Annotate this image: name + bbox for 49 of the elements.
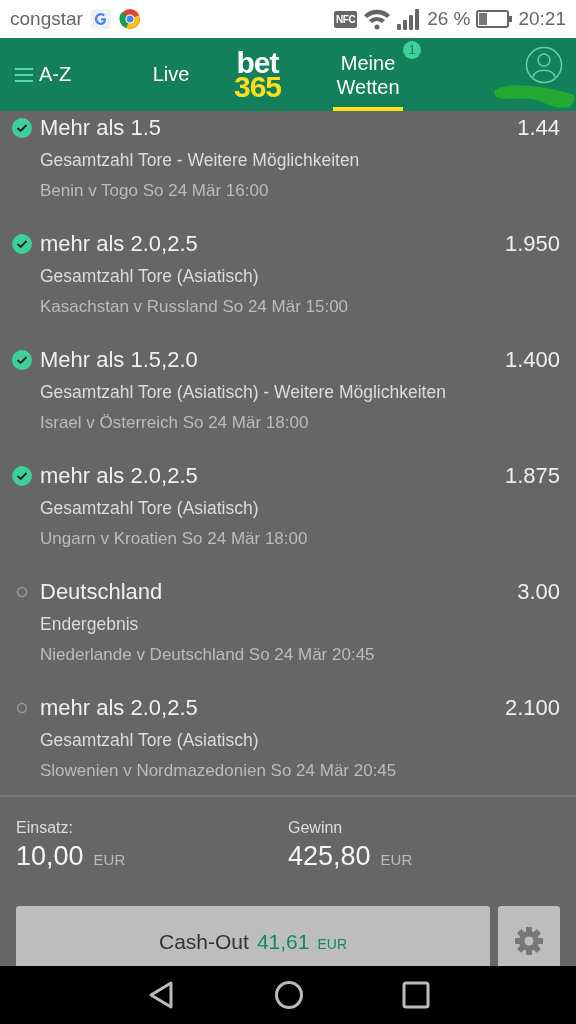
bet-selection: Deutschland (40, 579, 164, 605)
battery-icon (476, 10, 513, 28)
currency: EUR (93, 851, 126, 868)
summary-label: Gewinn (288, 819, 344, 837)
user-icon[interactable] (525, 46, 563, 84)
nav-tab[interactable]: Meine Wetten (333, 38, 404, 111)
bet-selection: Mehr als 1.5 (40, 115, 163, 141)
bet-odds: 1.875 (504, 463, 560, 489)
bet-event: Kasachstan v Russland So 24 Mär 15:00 (39, 297, 350, 317)
bet-event: Niederlande v Deutschland So 24 Mär 20:45 (39, 645, 376, 665)
clock-time: 20:21 (518, 8, 566, 30)
carrier-name: congstar (10, 8, 83, 30)
amount-value: 10,00 (16, 841, 84, 872)
bet-market: Gesamtzahl Tore (Asiatisch) (39, 498, 260, 519)
bet-selection: Mehr als 1.5,2.0 (40, 347, 199, 373)
bet-event: Israel v Österreich So 24 Mär 18:00 (39, 413, 310, 433)
bet-event: Benin v Togo So 24 Mär 16:00 (39, 181, 270, 201)
bet-event: Slowenien v Nordmazedonien So 24 Mär 20:45 (39, 761, 398, 781)
bet-event: Ungarn v Kroatien So 24 Mär 18:00 (39, 529, 309, 549)
wifi-icon (363, 8, 392, 30)
count-badge: 1 (403, 41, 422, 59)
currency: EUR (380, 851, 413, 868)
cash-out-button[interactable]: Cash-Out 41,61 EUR (16, 906, 490, 966)
bet-odds: 3.00 (517, 579, 560, 605)
nfc-icon: NFC (334, 10, 358, 28)
signal-icon (397, 8, 422, 30)
bet-odds: 1.950 (504, 231, 560, 257)
amount-value: 425,80 (288, 841, 371, 872)
battery-percent: 26 % (427, 8, 471, 30)
bet-selection: mehr als 2.0,2.5 (40, 463, 199, 489)
bet-odds: 1.44 (517, 115, 560, 141)
bet-odds: 1.400 (504, 347, 560, 373)
google-icon (90, 9, 111, 29)
logo-text: bet (236, 50, 279, 75)
summary-label: Einsatz: (16, 819, 74, 837)
bet-market: Gesamtzahl Tore (Asiatisch) (39, 730, 260, 751)
bet-selection: mehr als 2.0,2.5 (40, 695, 199, 721)
settings-icon (514, 926, 544, 956)
bet-market: Gesamtzahl Tore (Asiatisch) - Weitere Möglichkeiten (39, 382, 447, 403)
bet-selection: mehr als 2.0,2.5 (40, 231, 199, 257)
home-icon[interactable] (274, 980, 304, 1010)
menu-icon (15, 66, 33, 83)
bet-odds: 2.100 (504, 695, 560, 721)
chrome-icon (118, 8, 141, 30)
bet-market: Gesamtzahl Tore - Weitere Möglichkeiten (39, 150, 361, 171)
bet-market: Endergebnis (39, 614, 140, 635)
logo-number: 365 (234, 74, 282, 99)
bet-market: Gesamtzahl Tore (Asiatisch) (39, 266, 260, 287)
recents-icon[interactable] (402, 981, 430, 1009)
